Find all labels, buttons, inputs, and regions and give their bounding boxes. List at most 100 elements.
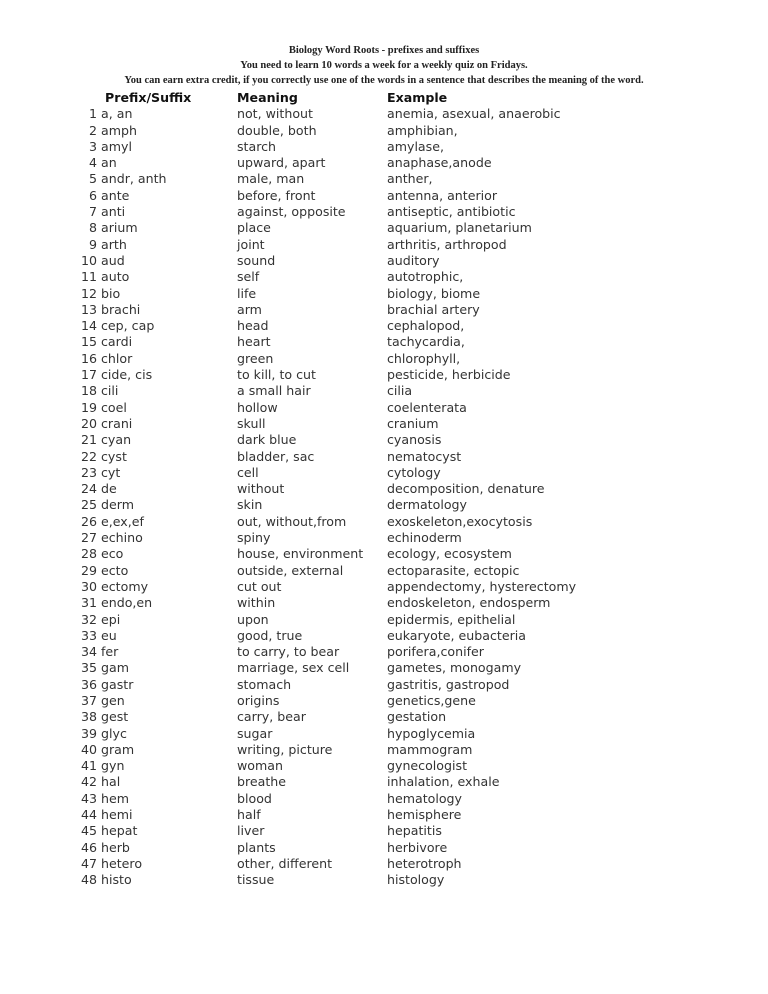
- table-row: 28 eco house, environment ecology, ecosyste…: [0, 546, 768, 562]
- table-row: 32 epi upon epidermis, epithelial: [0, 612, 768, 628]
- prefix-cell: amyl: [101, 138, 132, 154]
- table-row: 19 coel hollow coelenterata: [0, 400, 768, 416]
- prefix-cell: gastr: [101, 676, 134, 692]
- table-row: 1 a, an not, without anemia, asexual, anaer…: [0, 106, 768, 122]
- row-number: 20: [80, 415, 97, 431]
- meaning-cell: green: [237, 350, 274, 366]
- table-row: 44 hemi half hemisphere: [0, 807, 768, 823]
- example-cell: autotrophic,: [387, 269, 464, 285]
- table-row: 10 aud sound auditory: [0, 253, 768, 269]
- row-number: 10: [80, 252, 97, 268]
- example-cell: appendectomy, hysterectomy: [387, 578, 577, 594]
- example-cell: ectoparasite, ectopic: [387, 562, 520, 578]
- prefix-cell: histo: [101, 872, 132, 888]
- table-row: 37 gen origins genetics,gene: [0, 693, 768, 709]
- example-cell: biology, biome: [387, 285, 481, 301]
- column-header-example: Example: [387, 90, 448, 105]
- prefix-cell: chlor: [101, 350, 133, 366]
- example-cell: endoskeleton, endosperm: [387, 595, 551, 611]
- row-number: 12: [80, 285, 97, 301]
- meaning-cell: head: [237, 318, 269, 334]
- example-cell: herbivore: [387, 839, 448, 855]
- meaning-cell: liver: [237, 823, 265, 839]
- meaning-cell: half: [237, 807, 261, 823]
- meaning-cell: cut out: [237, 578, 282, 594]
- prefix-cell: cyan: [101, 432, 132, 448]
- example-cell: heterotroph: [387, 855, 462, 871]
- table-row: 18 cili a small hair cilia: [0, 383, 768, 399]
- table-row: 6 ante before, front antenna, anterior: [0, 188, 768, 204]
- prefix-cell: cyt: [101, 464, 121, 480]
- table-row: 48 histo tissue histology: [0, 872, 768, 888]
- meaning-cell: outside, external: [237, 562, 344, 578]
- row-number: 30: [80, 578, 97, 594]
- meaning-cell: self: [237, 269, 260, 285]
- meaning-cell: double, both: [237, 122, 317, 138]
- table-row: 46 herb plants herbivore: [0, 840, 768, 856]
- example-cell: coelenterata: [387, 399, 467, 415]
- example-cell: gastritis, gastropod: [387, 676, 510, 692]
- example-cell: amphibian,: [387, 122, 458, 138]
- prefix-cell: auto: [101, 269, 130, 285]
- meaning-cell: upward, apart: [237, 155, 326, 171]
- row-number: 29: [80, 562, 97, 578]
- meaning-cell: without: [237, 481, 285, 497]
- meaning-cell: male, man: [237, 171, 305, 187]
- column-header-prefix: Prefix/Suffix: [105, 90, 192, 105]
- meaning-cell: marriage, sex cell: [237, 660, 350, 676]
- row-number: 21: [80, 432, 97, 448]
- example-cell: histology: [387, 872, 445, 888]
- row-number: 13: [80, 301, 97, 317]
- row-number: 46: [80, 839, 97, 855]
- example-cell: cranium: [387, 415, 439, 431]
- table-row: 12 bio life biology, biome: [0, 286, 768, 302]
- document-header: Biology Word Roots - prefixes and suffix…: [0, 43, 768, 88]
- example-cell: antenna, anterior: [387, 187, 498, 203]
- example-cell: cilia: [387, 383, 413, 399]
- example-cell: cytology: [387, 464, 441, 480]
- instructions-line-1: You need to learn 10 words a week for a …: [240, 60, 528, 71]
- prefix-cell: endo,en: [101, 595, 153, 611]
- prefix-cell: ectomy: [101, 578, 149, 594]
- row-number: 19: [80, 399, 97, 415]
- row-number: 23: [80, 464, 97, 480]
- table-row: 4 an upward, apart anaphase,anode: [0, 155, 768, 171]
- meaning-cell: dark blue: [237, 432, 297, 448]
- meaning-cell: out, without,from: [237, 513, 347, 529]
- row-number: 26: [80, 513, 97, 529]
- row-number: 43: [80, 790, 97, 806]
- row-number: 6: [88, 187, 97, 203]
- row-number: 37: [80, 692, 97, 708]
- example-cell: hemisphere: [387, 807, 462, 823]
- table-row: 41 gyn woman gynecologist: [0, 758, 768, 774]
- prefix-cell: hepat: [101, 823, 138, 839]
- meaning-cell: skin: [237, 497, 263, 513]
- meaning-cell: other, different: [237, 855, 333, 871]
- meaning-cell: origins: [237, 692, 280, 708]
- example-cell: auditory: [387, 252, 440, 268]
- meaning-cell: cell: [237, 464, 259, 480]
- row-number: 36: [80, 676, 97, 692]
- example-cell: antiseptic, antibiotic: [387, 204, 516, 220]
- prefix-cell: gest: [101, 709, 129, 725]
- example-cell: mammogram: [387, 741, 473, 757]
- meaning-cell: hollow: [237, 399, 278, 415]
- table-row: 36 gastr stomach gastritis, gastropod: [0, 677, 768, 693]
- meaning-cell: arm: [237, 301, 262, 317]
- example-cell: amylase,: [387, 138, 444, 154]
- row-number: 27: [80, 530, 97, 546]
- table-row: 34 fer to carry, to bear porifera,conifer: [0, 644, 768, 660]
- row-number: 44: [80, 807, 97, 823]
- row-number: 39: [80, 725, 97, 741]
- example-cell: nematocyst: [387, 448, 462, 464]
- prefix-cell: anti: [101, 204, 126, 220]
- row-number: 24: [80, 481, 97, 497]
- meaning-cell: a small hair: [237, 383, 311, 399]
- example-cell: cephalopod,: [387, 318, 465, 334]
- meaning-cell: starch: [237, 138, 277, 154]
- row-number: 42: [80, 774, 97, 790]
- row-number: 38: [80, 709, 97, 725]
- example-cell: dermatology: [387, 497, 467, 513]
- prefix-cell: arth: [101, 236, 127, 252]
- row-number: 35: [80, 660, 97, 676]
